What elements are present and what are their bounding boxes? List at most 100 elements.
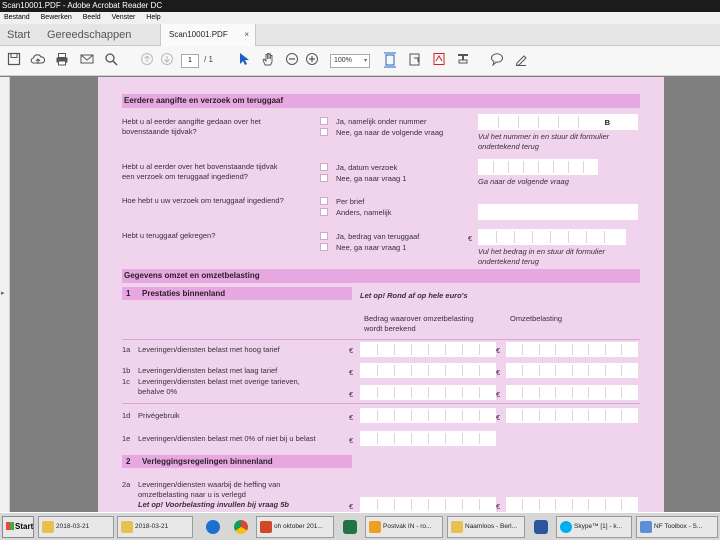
input-2a-bedrag[interactable] bbox=[360, 497, 496, 512]
next-page-icon[interactable] bbox=[158, 52, 176, 70]
taskbar-item-powerpoint[interactable]: oh oktober 201... bbox=[256, 516, 334, 538]
chevron-down-icon: ▾ bbox=[363, 58, 367, 64]
input-datum-verzoek[interactable] bbox=[478, 159, 598, 175]
question-1-line1: Hebt u al eerder aangifte gedaan over he… bbox=[122, 117, 261, 126]
taskbar-item-nf-toolbox[interactable]: NF Toolbox - S... bbox=[636, 516, 718, 538]
tab-tools[interactable]: Gereedschappen bbox=[47, 29, 131, 41]
start-button-label: Start bbox=[15, 522, 34, 531]
checkbox-q3-anders[interactable] bbox=[320, 208, 328, 216]
excel-icon bbox=[343, 520, 357, 534]
menu-bar: Bestand Bewerken Beeld Venster Help bbox=[0, 12, 720, 24]
pdf-page: Eerdere aangifte en verzoek om teruggaaf… bbox=[98, 77, 664, 512]
input-1b-omzetbelasting[interactable] bbox=[506, 363, 638, 378]
checkbox-q4-nee[interactable] bbox=[320, 243, 328, 251]
zoom-in-icon[interactable] bbox=[303, 52, 321, 70]
fit-page-icon[interactable] bbox=[381, 52, 399, 70]
menu-beeld[interactable]: Beeld bbox=[83, 14, 101, 21]
previous-page-icon[interactable] bbox=[138, 52, 156, 70]
taskbar-excel[interactable] bbox=[338, 516, 362, 538]
taskbar-item-label: Skype™ [1] - k... bbox=[574, 523, 623, 530]
question-2-line1: Hebt u al eerder over het bovenstaande t… bbox=[122, 162, 278, 171]
menu-help[interactable]: Help bbox=[146, 14, 160, 21]
column-header-bedrag-1: Bedrag waarover omzetbelasting bbox=[364, 314, 474, 323]
page-total: / 1 bbox=[204, 55, 213, 64]
input-1c-omzetbelasting[interactable] bbox=[506, 385, 638, 400]
row-1b-label: Leveringen/diensten belast met laag tari… bbox=[138, 366, 278, 375]
zoom-level-select[interactable]: 100% ▾ bbox=[330, 54, 370, 68]
q2-note: Ga naar de volgende vraag bbox=[478, 177, 569, 186]
taskbar-word[interactable] bbox=[529, 516, 553, 538]
row-1e-label: Leveringen/diensten belast met 0% of nie… bbox=[138, 434, 316, 443]
menu-bestand[interactable]: Bestand bbox=[4, 14, 30, 21]
input-1b-bedrag[interactable] bbox=[360, 363, 496, 378]
powerpoint-icon bbox=[260, 521, 272, 533]
page-number-input[interactable]: 1 bbox=[181, 54, 199, 68]
export-pdf-icon[interactable] bbox=[430, 52, 448, 70]
mail-envelope-icon bbox=[451, 521, 463, 533]
input-bedrag-teruggaaf[interactable] bbox=[478, 229, 626, 245]
checkbox-q4-ja[interactable] bbox=[320, 232, 328, 240]
email-icon[interactable] bbox=[78, 52, 96, 70]
input-anders-namelijk[interactable] bbox=[478, 204, 638, 220]
input-1e-bedrag[interactable] bbox=[360, 431, 496, 446]
close-tab-icon[interactable]: × bbox=[244, 24, 249, 46]
skype-icon bbox=[560, 521, 572, 533]
checkbox-q1-ja[interactable] bbox=[320, 117, 328, 125]
taskbar-item-skype[interactable]: Skype™ [1] - k... bbox=[556, 516, 632, 538]
input-1d-omzetbelasting[interactable] bbox=[506, 408, 638, 423]
document-viewer[interactable]: Eerdere aangifte en verzoek om teruggaaf… bbox=[10, 77, 720, 512]
input-1a-omzetbelasting[interactable] bbox=[506, 342, 638, 357]
tab-start[interactable]: Start bbox=[7, 29, 30, 41]
question-2-line2: een verzoek om teruggaaf ingediend? bbox=[122, 172, 248, 181]
chrome-icon bbox=[234, 520, 248, 534]
q2-option-nee: Nee, ga naar vraag 1 bbox=[336, 174, 407, 183]
sign-pen-icon[interactable] bbox=[512, 52, 530, 70]
subsection-1-number: 1 bbox=[126, 289, 131, 298]
taskbar-item-folder-1[interactable]: 2018-03-21 bbox=[38, 516, 114, 538]
row-1c-number: 1c bbox=[122, 377, 130, 386]
checkbox-q1-nee[interactable] bbox=[320, 128, 328, 136]
taskbar-chrome[interactable] bbox=[229, 516, 253, 538]
taskbar-item-mail[interactable]: Naamloos - Berl... bbox=[447, 516, 525, 538]
let-op-note: Let op! Rond af op hele euro's bbox=[360, 291, 468, 300]
checkbox-q3-brief[interactable] bbox=[320, 197, 328, 205]
input-aangifte-nummer[interactable]: B bbox=[478, 114, 638, 130]
windows-logo-icon bbox=[6, 522, 14, 530]
window-title-bar: Scan10001.PDF - Adobe Acrobat Reader DC bbox=[0, 0, 720, 12]
menu-bewerken[interactable]: Bewerken bbox=[41, 14, 72, 21]
comment-icon[interactable] bbox=[488, 52, 506, 70]
zoom-out-icon[interactable] bbox=[283, 52, 301, 70]
search-icon[interactable] bbox=[102, 52, 120, 70]
input-1d-bedrag[interactable] bbox=[360, 408, 496, 423]
row-2a-note: Let op! Voorbelasting invullen bij vraag… bbox=[138, 500, 289, 509]
start-button[interactable]: Start bbox=[2, 516, 34, 538]
select-tool-icon[interactable] bbox=[235, 52, 253, 70]
euro-sign: € bbox=[349, 413, 354, 422]
tab-document[interactable]: Scan10001.PDF × bbox=[160, 24, 256, 46]
q1-option-nee: Nee, ga naar de volgende vraag bbox=[336, 128, 444, 137]
row-2a-label-line2: omzetbelasting naar u is verlegd bbox=[138, 490, 246, 499]
toolbar: 1 / 1 100% ▾ bbox=[0, 46, 720, 76]
checkbox-q2-nee[interactable] bbox=[320, 174, 328, 182]
row-1c-label-line1: Leveringen/diensten belast met overige t… bbox=[138, 377, 300, 386]
hand-tool-icon[interactable] bbox=[259, 52, 277, 70]
input-1c-bedrag[interactable] bbox=[360, 385, 496, 400]
input-2a-omzetbelasting[interactable] bbox=[506, 497, 638, 512]
taskbar-teamviewer[interactable] bbox=[201, 516, 225, 538]
menu-venster[interactable]: Venster bbox=[112, 14, 136, 21]
print-icon[interactable] bbox=[53, 52, 71, 70]
q4-option-ja: Ja, bedrag van teruggaaf bbox=[336, 232, 420, 241]
checkbox-q2-ja[interactable] bbox=[320, 163, 328, 171]
save-icon[interactable] bbox=[5, 52, 23, 70]
expand-pane-icon[interactable]: ▸ bbox=[1, 289, 5, 297]
cloud-upload-icon[interactable] bbox=[29, 52, 47, 70]
input-1a-bedrag[interactable] bbox=[360, 342, 496, 357]
window-title: Scan10001.PDF - Adobe Acrobat Reader DC bbox=[2, 1, 163, 10]
taskbar-item-outlook[interactable]: Postvak IN - ro... bbox=[365, 516, 443, 538]
rotate-icon[interactable] bbox=[406, 52, 424, 70]
taskbar-item-folder-2[interactable]: 2018-03-21 bbox=[117, 516, 193, 538]
stamp-tool-icon[interactable] bbox=[454, 52, 472, 70]
row-1a-label: Leveringen/diensten belast met hoog tari… bbox=[138, 345, 280, 354]
row-2a-number: 2a bbox=[122, 480, 131, 489]
row-1c-label-line2: behalve 0% bbox=[138, 387, 178, 396]
